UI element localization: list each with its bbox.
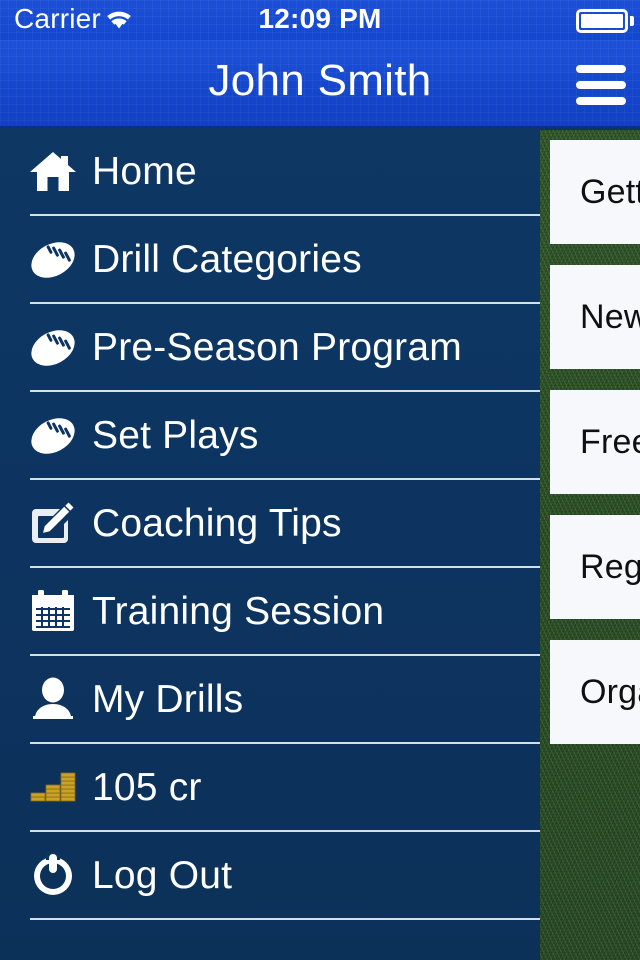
sidebar-item-set-plays[interactable]: Set Plays [0, 392, 540, 480]
edit-square-icon [32, 502, 74, 543]
sidebar-item-log-out[interactable]: Log Out [0, 832, 540, 920]
sidebar-item-drill-categories[interactable]: Drill Categories [0, 216, 540, 304]
clock-label: 12:09 PM [258, 3, 382, 34]
sidebar-item-label: Set Plays [92, 414, 259, 457]
home-icon [22, 144, 84, 200]
battery-full-icon [576, 9, 628, 33]
sidebar-item-home[interactable]: Home [0, 128, 540, 216]
football-icon [22, 320, 84, 376]
content-card-label: Register [580, 547, 640, 586]
calendar-icon [22, 584, 84, 640]
power-icon [34, 852, 72, 895]
coin-stack-icon [30, 772, 76, 802]
sidebar-item-list: Home Drill Categories Pre-Season Program Se… [0, 128, 540, 920]
content-card-label: Getting Started [580, 172, 640, 211]
sidebar-menu[interactable]: Home Drill Categories Pre-Season Program Se… [0, 128, 540, 960]
hamburger-bar [576, 65, 626, 73]
calendar-icon [32, 590, 74, 631]
sidebar-item-label: Coaching Tips [92, 502, 342, 545]
content-card[interactable]: New Drills [550, 265, 640, 369]
sidebar-item-label: Drill Categories [92, 238, 362, 281]
sidebar-item-label: Log Out [92, 854, 233, 897]
status-bar: Carrier 12:09 PM [0, 0, 640, 40]
hamburger-bar [576, 81, 626, 89]
sidebar-item-training-session[interactable]: Training Session [0, 568, 540, 656]
sidebar-divider [30, 918, 540, 920]
page-title: John Smith [208, 56, 432, 105]
sidebar-item-105-cr[interactable]: 105 cr [0, 744, 540, 832]
sidebar-item-label: Home [92, 150, 197, 193]
content-card[interactable]: Free Drills [550, 390, 640, 494]
coin-stack-icon [22, 760, 84, 816]
hamburger-menu-icon[interactable] [572, 62, 628, 108]
content-card[interactable]: Getting Started [550, 140, 640, 244]
football-icon [22, 408, 84, 464]
sidebar-item-coaching-tips[interactable]: Coaching Tips [0, 480, 540, 568]
navigation-bar: John Smith [0, 40, 640, 128]
content-card[interactable]: Organise [550, 640, 640, 744]
hamburger-bar [576, 97, 626, 105]
battery-nub [630, 16, 634, 26]
sidebar-item-pre-season-program[interactable]: Pre-Season Program [0, 304, 540, 392]
content-card-label: Organise [580, 672, 640, 711]
home-icon [30, 152, 76, 191]
content-panel: Getting Started New Drills Free Drills Regi… [538, 130, 640, 960]
user-icon [33, 677, 73, 719]
content-card-label: New Drills [580, 297, 640, 336]
power-icon [22, 848, 84, 904]
sidebar-item-label: Training Session [92, 590, 385, 633]
battery-fill [581, 14, 623, 28]
football-icon [25, 235, 81, 285]
sidebar-item-label: My Drills [92, 678, 244, 721]
sidebar-item-label: 105 cr [92, 766, 202, 809]
football-icon [25, 411, 81, 461]
sidebar-item-my-drills[interactable]: My Drills [0, 656, 540, 744]
content-card-label: Free Drills [580, 422, 640, 461]
sidebar-item-label: Pre-Season Program [92, 326, 462, 369]
football-icon [22, 232, 84, 288]
edit-square-icon [22, 496, 84, 552]
content-card[interactable]: Register [550, 515, 640, 619]
app-screen: Getting Started New Drills Free Drills Regi… [0, 0, 640, 960]
football-icon [25, 323, 81, 373]
user-icon [22, 672, 84, 728]
